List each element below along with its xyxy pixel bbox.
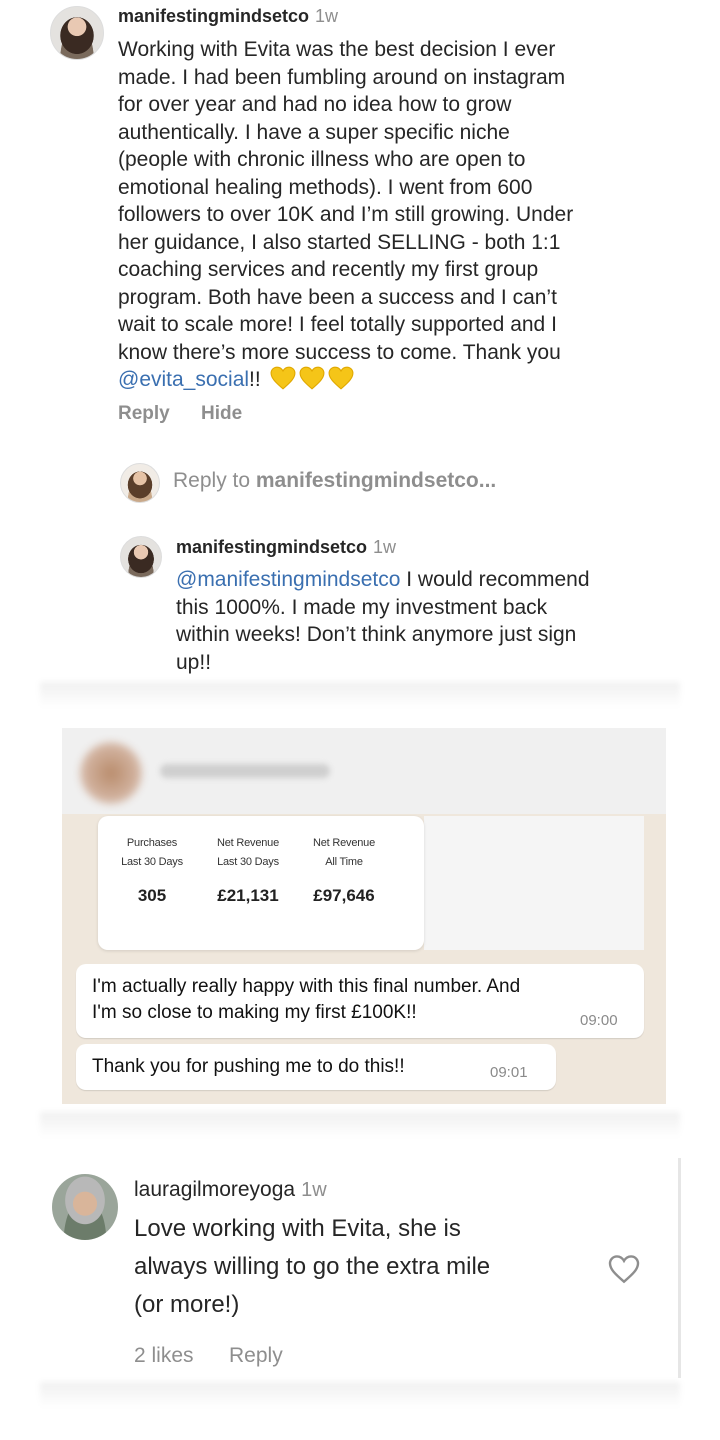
- comment-header: lauragilmoreyoga 1w: [134, 1178, 327, 1202]
- comment-line: up!!: [176, 650, 212, 674]
- comment-header: manifestingmindsetco 1w: [176, 537, 396, 558]
- avatar: [120, 463, 160, 503]
- comment-time: 1w: [373, 537, 397, 557]
- comment-time: 1w: [301, 1179, 327, 1201]
- comment-line: always willing to go the extra mile: [134, 1253, 491, 1280]
- yellow-heart-icon: [270, 366, 296, 390]
- stats-card: Purchases Last 30 Days 305 Net Revenue L…: [98, 816, 424, 950]
- comment-body: @manifestingmindsetco I would recommend …: [176, 566, 696, 676]
- mention-link[interactable]: @manifestingmindsetco: [176, 568, 400, 591]
- comment-line: Love working with Evita, she is: [134, 1215, 461, 1242]
- yellow-heart-icon: [328, 366, 354, 390]
- comment-line: followers to over 10K and I’m still grow…: [118, 203, 574, 226]
- divider-shadow: [40, 682, 680, 708]
- chat-header: [62, 728, 666, 814]
- divider-shadow: [40, 1112, 680, 1138]
- avatar[interactable]: [120, 536, 162, 578]
- comment-body: Love working with Evita, she is always w…: [134, 1210, 594, 1324]
- reply-button[interactable]: Reply: [118, 403, 170, 425]
- comment-line: within weeks! Don’t think anymore just s…: [176, 623, 577, 646]
- stat-value: £21,131: [217, 886, 279, 905]
- comment-line: for over year and had no idea how to gro…: [118, 93, 512, 116]
- stat-purchases: Purchases Last 30 Days 305: [102, 834, 202, 906]
- comment-line: know there’s more success to come. Thank…: [118, 340, 561, 364]
- message-text: Thank you for pushing me to do this!!: [92, 1056, 405, 1077]
- message-time: 09:00: [580, 1012, 618, 1029]
- comment-username[interactable]: manifestingmindsetco: [118, 6, 309, 26]
- comment-line: program. Both have been a success and I …: [118, 285, 557, 309]
- message-bubble[interactable]: I'm actually really happy with this fina…: [76, 964, 644, 1038]
- comment-line: (or more!): [134, 1291, 240, 1318]
- message-bubble[interactable]: Thank you for pushing me to do this!! 09…: [76, 1044, 556, 1090]
- comment-username[interactable]: lauragilmoreyoga: [134, 1178, 295, 1201]
- comment-header: manifestingmindsetco 1w: [118, 6, 338, 27]
- like-heart-icon[interactable]: [608, 1254, 640, 1284]
- message-time: 09:01: [490, 1064, 528, 1081]
- stat-label: Net Revenue: [216, 837, 279, 849]
- comment-line: wait to scale more! I feel totally suppo…: [118, 313, 557, 336]
- comment-line: authentically. I have a super specific n…: [118, 120, 510, 144]
- comment-line: coaching services and recently my first …: [118, 258, 539, 281]
- blurred-avatar: [80, 742, 142, 804]
- stat-net-revenue-all: Net Revenue All Time £97,646: [294, 834, 394, 906]
- comment-line: @manifestingmindsetco I would recommend: [176, 566, 696, 594]
- divider-shadow: [40, 1382, 680, 1408]
- comment-line: her guidance, I also started SELLING - b…: [118, 230, 561, 254]
- comment-line: emotional healing methods). I went from …: [118, 175, 533, 199]
- message-line: I'm so close to making my first £100K!!: [92, 1002, 417, 1023]
- comment-text: I would recommend: [400, 568, 590, 591]
- comment-body: Working with Evita was the best decision…: [118, 36, 698, 394]
- comment-line: this 1000%. I made my investment back: [176, 595, 548, 619]
- whatsapp-screenshot: Purchases Last 30 Days 305 Net Revenue L…: [62, 728, 666, 1104]
- mention-link[interactable]: @evita_social: [118, 368, 249, 391]
- avatar[interactable]: [50, 6, 104, 60]
- comment-line: made. I had been fumbling around on inst…: [118, 65, 566, 89]
- comment-line: (people with chronic illness who are ope…: [118, 148, 526, 171]
- image-placeholder: [424, 816, 644, 950]
- message-text: I'm actually really happy with this fina…: [92, 974, 520, 1026]
- comment-time: 1w: [315, 6, 339, 26]
- stat-net-revenue-30: Net Revenue Last 30 Days £21,131: [198, 834, 298, 906]
- yellow-heart-icon: [299, 366, 325, 390]
- blurred-contact-name: [160, 764, 330, 778]
- stat-label: Purchases: [126, 837, 178, 849]
- comment-line-last: @evita_social!!: [118, 366, 698, 394]
- stat-label: Last 30 Days: [217, 856, 279, 868]
- stat-label: Net Revenue: [312, 837, 375, 849]
- hide-button[interactable]: Hide: [201, 403, 242, 425]
- stat-value: 305: [137, 886, 167, 905]
- avatar[interactable]: [52, 1174, 118, 1240]
- stat-value: £97,646: [313, 886, 375, 905]
- reply-to-username: manifestingmindsetco...: [255, 469, 497, 492]
- reply-to-prefix: Reply to: [173, 469, 256, 492]
- reply-to-bar[interactable]: Reply to manifestingmindsetco...: [173, 469, 496, 493]
- comment-username[interactable]: manifestingmindsetco: [176, 537, 367, 557]
- stat-label: All Time: [325, 856, 363, 868]
- stat-label: Last 30 Days: [121, 856, 183, 868]
- likes-count[interactable]: 2 likes: [134, 1344, 194, 1368]
- message-line: I'm actually really happy with this fina…: [92, 976, 521, 997]
- comment-suffix: !!: [249, 368, 261, 391]
- comment-line: Working with Evita was the best decision…: [118, 38, 556, 61]
- reply-button[interactable]: Reply: [229, 1344, 283, 1368]
